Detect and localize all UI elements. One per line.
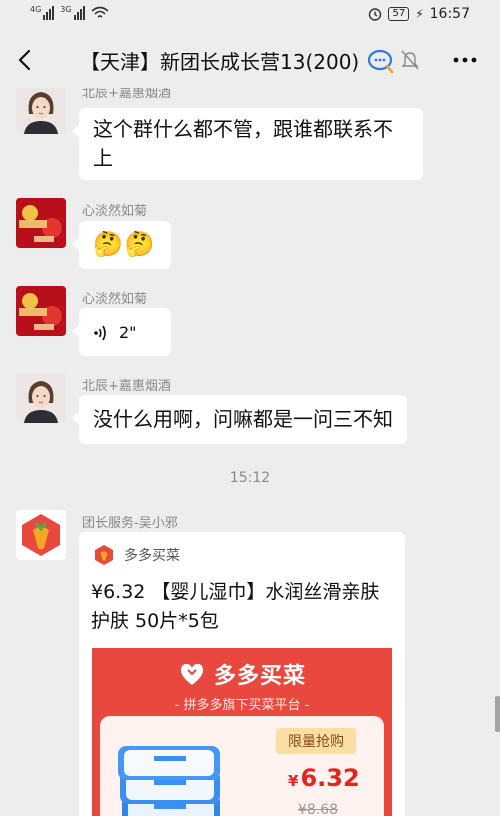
alarm-icon xyxy=(369,8,382,21)
more-icon[interactable] xyxy=(452,48,478,72)
sender-name: 心淡然如菊 xyxy=(82,204,148,219)
clock: 16:57 xyxy=(429,6,470,22)
back-arrow-icon[interactable] xyxy=(14,48,36,72)
message-bubble[interactable]: 没什么用啊，问嘛都是一问三不知 xyxy=(72,395,407,444)
promo-image: 多多买菜 - 拼多多旗下买菜平台 - 限量抢购 ¥6.32 ¥8.68 xyxy=(92,648,392,816)
promo-tagline: - 拼多多旗下买菜平台 - xyxy=(174,698,310,713)
avatar[interactable] xyxy=(16,88,66,134)
network-type-1: 4G xyxy=(30,5,42,14)
charging-icon: ⚡ xyxy=(415,7,424,21)
app-name: 多多买菜 xyxy=(124,548,180,564)
group-chat-icon[interactable] xyxy=(367,48,395,74)
avatar[interactable] xyxy=(16,198,66,248)
emoji-text: 🤔🤔 xyxy=(93,230,157,258)
promo-panel: 限量抢购 ¥6.32 ¥8.68 xyxy=(100,716,384,816)
sender-name: 北辰+嘉惠烟酒 xyxy=(82,88,171,101)
voice-message-bubble[interactable]: 2" xyxy=(72,308,171,356)
original-price: ¥8.68 xyxy=(298,802,339,816)
network-type-2: 3G xyxy=(60,5,72,14)
mini-program-card[interactable]: 多多买菜 ¥6.32 【婴儿湿巾】水润丝滑亲肤护肤 50片*5包 多多买菜 - … xyxy=(79,532,405,816)
mute-bell-icon[interactable] xyxy=(401,50,419,70)
signal-icon-2 xyxy=(73,6,85,20)
card-header: 多多买菜 xyxy=(93,544,180,566)
wifi-icon xyxy=(91,6,109,18)
voice-duration: 2" xyxy=(119,323,137,342)
sale-price: ¥6.32 xyxy=(288,764,360,792)
scrollbar[interactable] xyxy=(495,696,500,732)
sender-name: 心淡然如菊 xyxy=(82,292,148,307)
timestamp: 15:12 xyxy=(229,470,271,486)
message-text: 这个群什么都不管，跟谁都联系不上 xyxy=(93,117,393,170)
status-bar: 4G 3G 57 ⚡ 16:57 xyxy=(0,0,500,32)
app-logo-icon xyxy=(95,545,113,565)
avatar[interactable] xyxy=(16,510,66,560)
limited-offer-tag: 限量抢购 xyxy=(276,728,356,754)
card-title: ¥6.32 【婴儿湿巾】水润丝滑亲肤护肤 50片*5包 xyxy=(91,581,380,632)
sender-name: 团长服务-吴小邪 xyxy=(82,516,178,531)
avatar[interactable] xyxy=(16,286,66,336)
chat-header: 【天津】新团长成长营13(200) xyxy=(0,32,500,88)
voice-wave-icon xyxy=(94,325,106,340)
message-bubble[interactable]: 这个群什么都不管，跟谁都联系不上 xyxy=(72,108,423,180)
message-bubble[interactable]: 🤔🤔 xyxy=(72,221,171,269)
promo-brand: 多多买菜 xyxy=(213,664,306,689)
chat-title: 【天津】新团长成长营13(200) xyxy=(80,50,360,74)
brand-heart-icon xyxy=(180,663,204,685)
message-text: 没什么用啊，问嘛都是一问三不知 xyxy=(93,407,393,431)
sender-name: 北辰+嘉惠烟酒 xyxy=(82,379,171,394)
wet-wipes-product-image xyxy=(118,746,220,816)
avatar[interactable] xyxy=(16,373,66,423)
battery-indicator: 57 xyxy=(388,7,410,21)
signal-icon xyxy=(43,6,55,20)
message-list[interactable]: 北辰+嘉惠烟酒 这个群什么都不管，跟谁都联系不上 心淡然如菊 🤔🤔 心淡然如菊 xyxy=(0,88,500,816)
